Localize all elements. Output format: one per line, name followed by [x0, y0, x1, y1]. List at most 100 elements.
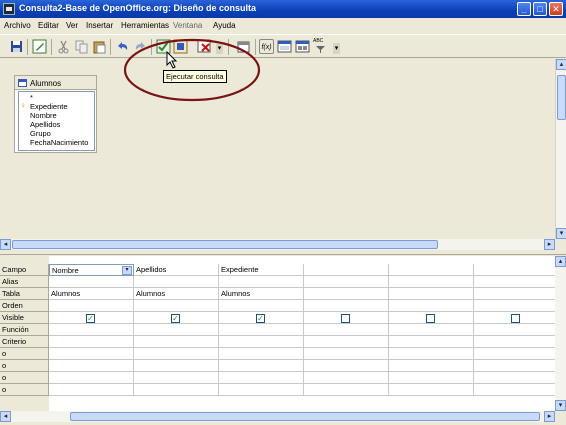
grid-cell[interactable] — [474, 276, 559, 288]
grid-cell[interactable] — [304, 276, 389, 288]
campo-cell[interactable] — [304, 264, 389, 276]
grid-cell[interactable] — [219, 324, 304, 336]
scroll-down-button[interactable]: ▾ — [555, 400, 566, 411]
visible-checkbox[interactable]: ✓ — [171, 314, 180, 323]
grid-cell[interactable] — [389, 360, 474, 372]
grid-cell[interactable] — [134, 300, 219, 312]
distinct-icon[interactable]: ABC — [313, 39, 328, 54]
splitter[interactable] — [0, 250, 566, 255]
menu-ventana[interactable]: Ventana — [173, 21, 202, 30]
grid-cell[interactable] — [49, 384, 134, 396]
grid-cell[interactable] — [389, 336, 474, 348]
grid-cell[interactable] — [304, 336, 389, 348]
grid-cell[interactable] — [134, 336, 219, 348]
tabla-cell[interactable]: Alumnos — [219, 288, 304, 300]
grid-cell[interactable] — [389, 372, 474, 384]
grid-cell[interactable] — [474, 348, 559, 360]
grid-cell[interactable] — [219, 372, 304, 384]
maximize-button[interactable]: □ — [533, 2, 547, 16]
tabla-cell[interactable] — [304, 288, 389, 300]
grid-cell[interactable] — [49, 372, 134, 384]
visible-checkbox[interactable]: ✓ — [256, 314, 265, 323]
grid-cell[interactable] — [49, 276, 134, 288]
grid-cell[interactable] — [304, 300, 389, 312]
copy-icon[interactable] — [74, 39, 89, 54]
tabla-cell[interactable]: Alumnos — [134, 288, 219, 300]
grid-cell[interactable] — [134, 372, 219, 384]
grid-cell[interactable] — [474, 336, 559, 348]
grid-cell[interactable] — [304, 372, 389, 384]
grid-horizontal-scrollbar[interactable]: ◂ ▸ — [0, 411, 555, 422]
tabla-cell[interactable] — [389, 288, 474, 300]
design-vertical-scrollbar[interactable]: ▴ ▾ — [555, 59, 566, 239]
tabla-cell[interactable]: Alumnos — [49, 288, 134, 300]
grid-vertical-scrollbar[interactable]: ▴ ▾ — [555, 256, 566, 411]
visible-cell[interactable] — [304, 312, 389, 324]
close-button[interactable]: ✕ — [549, 2, 563, 16]
minimize-button[interactable]: _ — [517, 2, 531, 16]
scroll-right-button[interactable]: ▸ — [544, 239, 555, 250]
campo-cell[interactable] — [474, 264, 559, 276]
grid-cell[interactable] — [219, 360, 304, 372]
grid-cell[interactable] — [304, 324, 389, 336]
visible-checkbox[interactable] — [511, 314, 520, 323]
toolbar-overflow-dropdown[interactable]: ▾ — [333, 43, 340, 54]
field-item[interactable]: Nombre — [30, 111, 57, 120]
tabla-cell[interactable] — [474, 288, 559, 300]
scroll-up-button[interactable]: ▴ — [556, 59, 566, 70]
field-item[interactable]: Apellidos — [30, 120, 60, 129]
table-window-alumnos[interactable]: Alumnos * ♀ Expediente Nombre Apellidos … — [14, 75, 97, 153]
design-horizontal-scrollbar[interactable]: ◂ ▸ — [0, 239, 555, 250]
visible-checkbox[interactable]: ✓ — [86, 314, 95, 323]
grid-cell[interactable] — [49, 300, 134, 312]
scroll-left-button[interactable]: ◂ — [0, 239, 11, 250]
grid-cell[interactable] — [474, 384, 559, 396]
menu-insertar[interactable]: Insertar — [86, 21, 113, 30]
menu-ver[interactable]: Ver — [66, 21, 78, 30]
grid-cell[interactable] — [389, 348, 474, 360]
visible-checkbox[interactable] — [341, 314, 350, 323]
grid-cell[interactable] — [219, 300, 304, 312]
grid-cell[interactable] — [389, 324, 474, 336]
campo-cell[interactable]: Nombre ▾ — [49, 264, 134, 276]
grid-cell[interactable] — [49, 336, 134, 348]
table-name-icon[interactable] — [277, 39, 292, 54]
campo-cell[interactable]: Apellidos — [134, 264, 219, 276]
grid-cell[interactable] — [134, 384, 219, 396]
visible-cell[interactable]: ✓ — [219, 312, 304, 324]
grid-cell[interactable] — [389, 300, 474, 312]
menu-archivo[interactable]: Archivo — [4, 21, 31, 30]
menu-editar[interactable]: Editar — [38, 21, 59, 30]
scroll-thumb[interactable] — [12, 240, 438, 249]
grid-cell[interactable] — [389, 276, 474, 288]
save-icon[interactable] — [9, 39, 24, 54]
campo-cell[interactable]: Expediente — [219, 264, 304, 276]
field-item[interactable]: Grupo — [30, 129, 51, 138]
paste-icon[interactable] — [92, 39, 107, 54]
grid-cell[interactable] — [474, 300, 559, 312]
grid-cell[interactable] — [219, 276, 304, 288]
table-window-header[interactable]: Alumnos — [15, 76, 96, 90]
grid-cell[interactable] — [49, 348, 134, 360]
grid-cell[interactable] — [49, 324, 134, 336]
menu-ayuda[interactable]: Ayuda — [213, 21, 236, 30]
grid-cell[interactable] — [134, 324, 219, 336]
grid-cell[interactable] — [134, 348, 219, 360]
scroll-right-button[interactable]: ▸ — [544, 411, 555, 422]
grid-cell[interactable] — [219, 384, 304, 396]
grid-cell[interactable] — [304, 348, 389, 360]
scroll-down-button[interactable]: ▾ — [556, 228, 566, 239]
field-item[interactable]: Expediente — [30, 102, 68, 111]
grid-cell[interactable] — [474, 372, 559, 384]
grid-cell[interactable] — [219, 348, 304, 360]
grid-cell[interactable] — [134, 360, 219, 372]
grid-cell[interactable] — [389, 384, 474, 396]
menu-herramientas[interactable]: Herramientas — [121, 21, 169, 30]
grid-cell[interactable] — [474, 360, 559, 372]
grid-cell[interactable] — [474, 324, 559, 336]
campo-cell[interactable] — [389, 264, 474, 276]
edit-icon[interactable] — [32, 39, 47, 54]
chevron-down-icon[interactable]: ▾ — [122, 266, 132, 275]
scroll-thumb[interactable] — [70, 412, 540, 421]
grid-cell[interactable] — [49, 360, 134, 372]
